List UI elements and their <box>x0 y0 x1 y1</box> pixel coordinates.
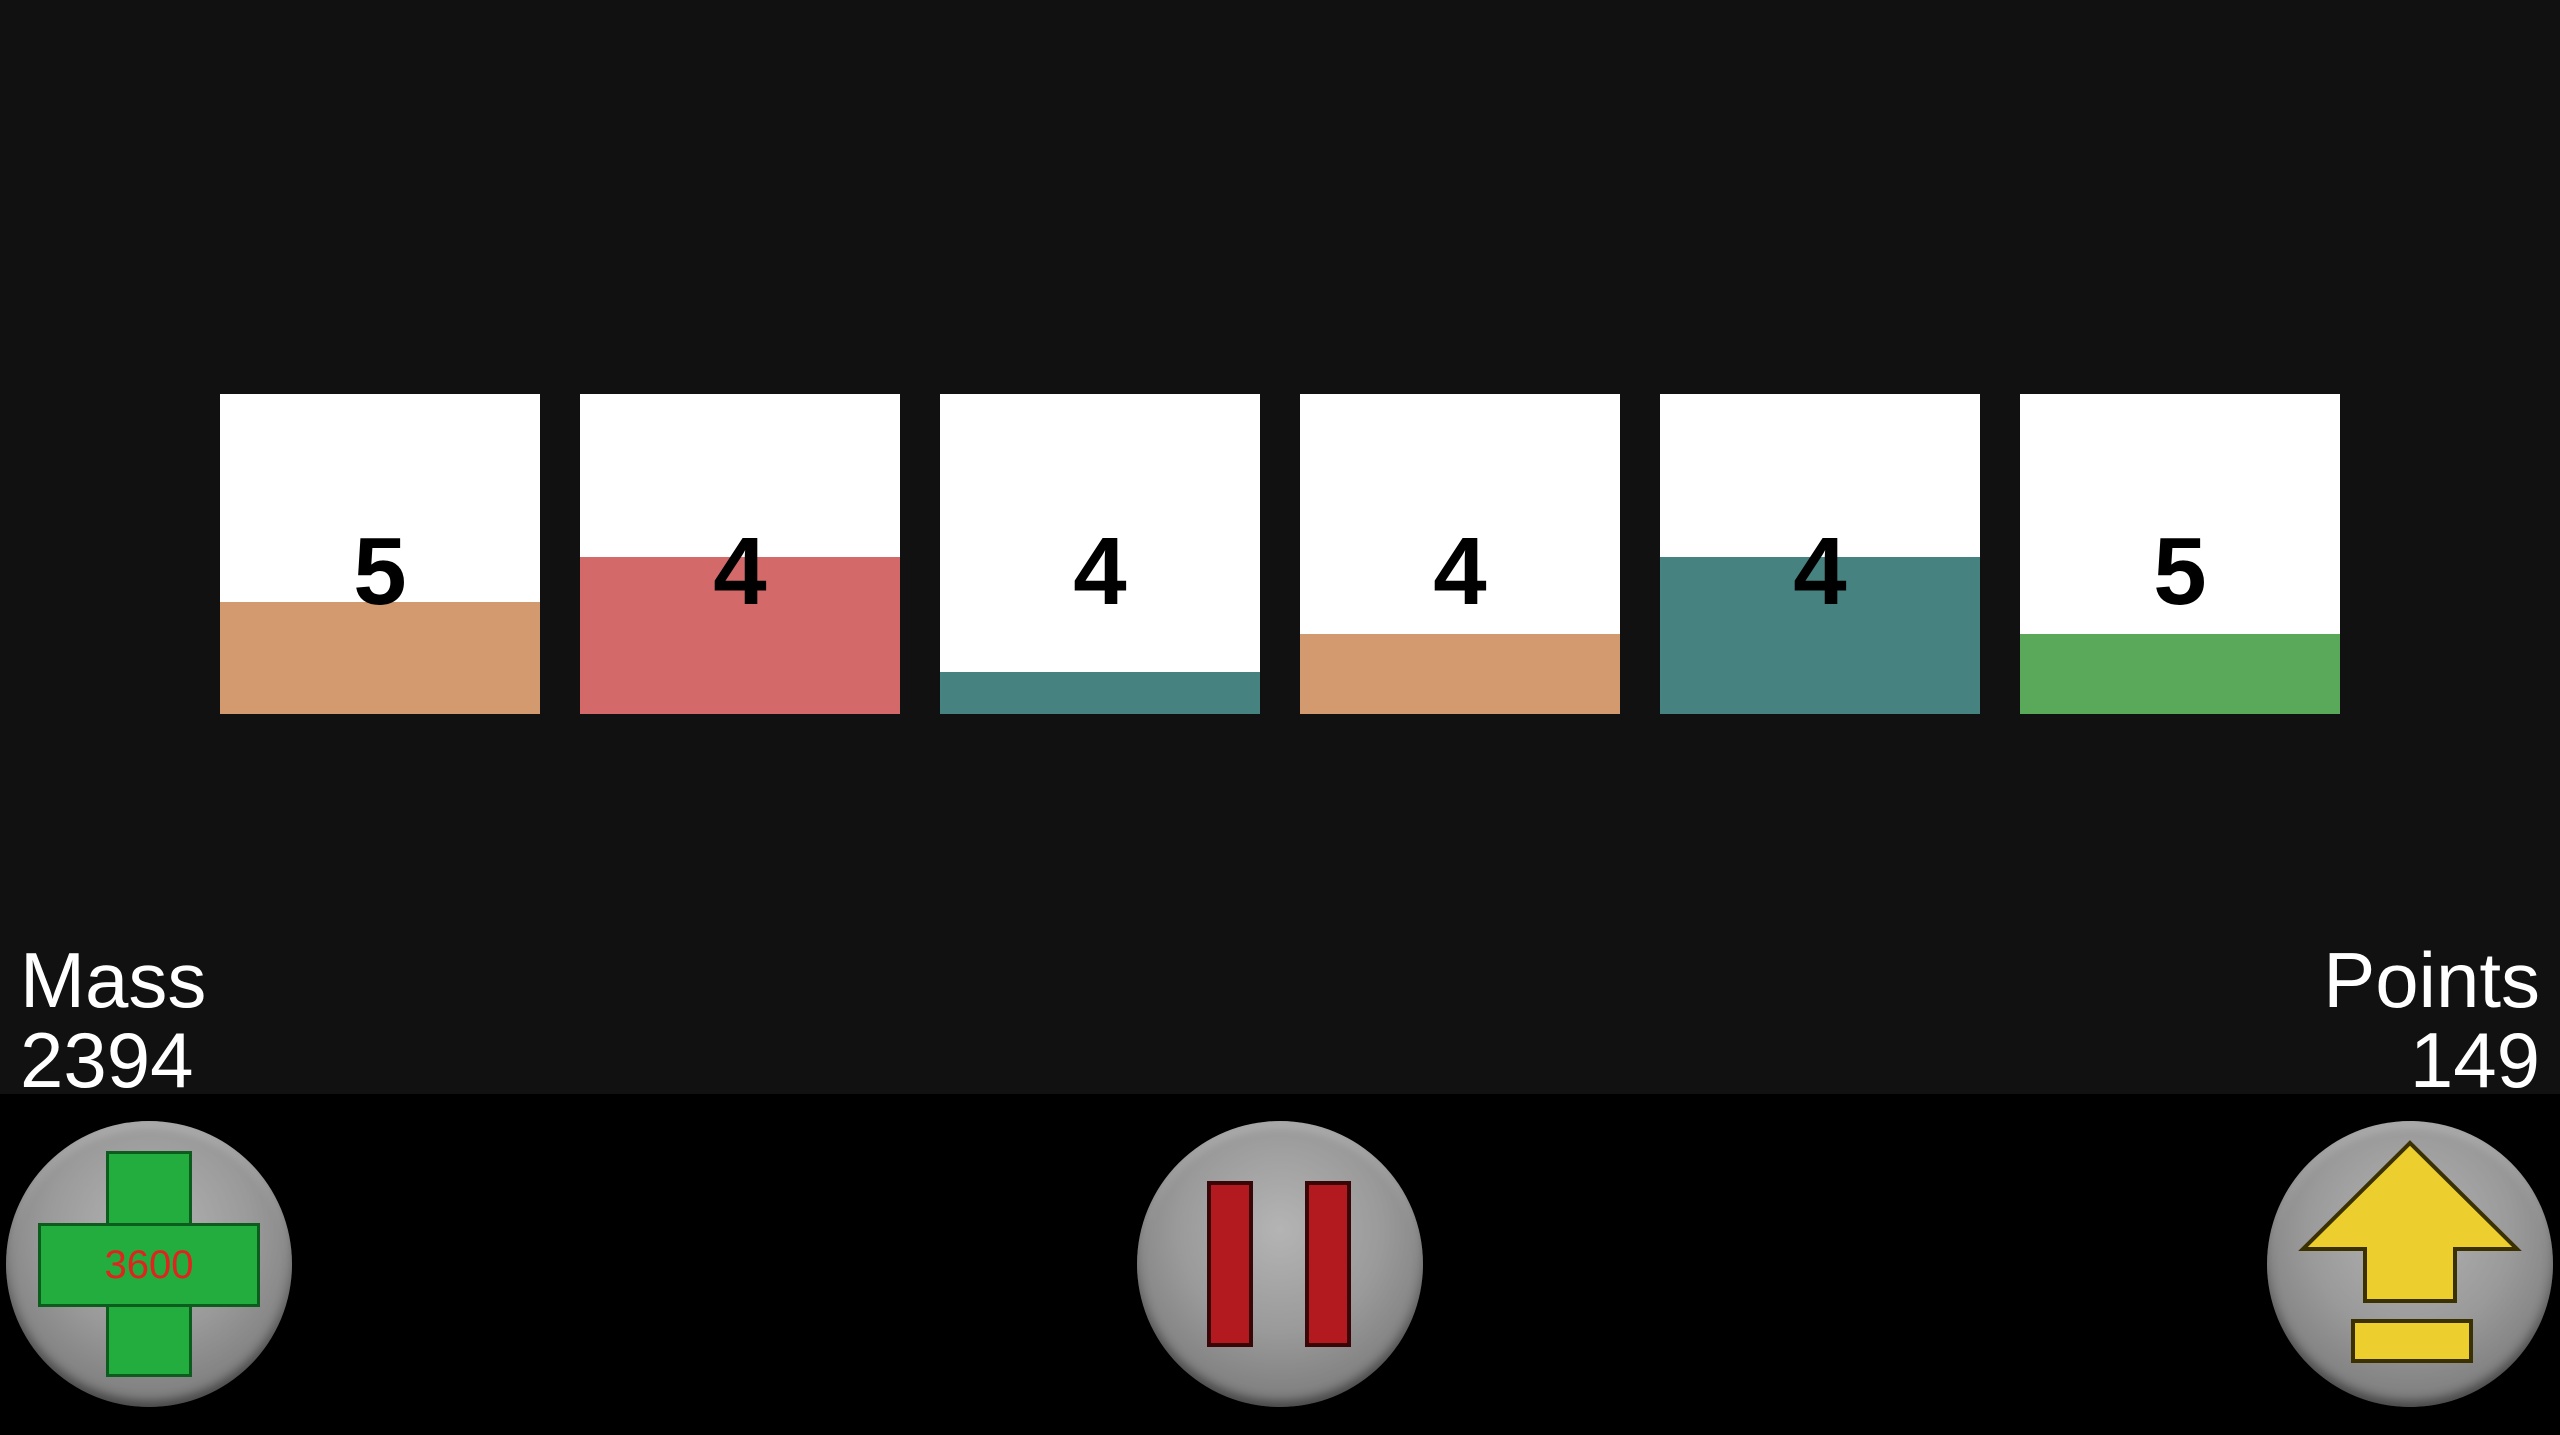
tile[interactable]: 5 <box>2020 394 2340 714</box>
add-mass-button[interactable]: 3600 <box>6 1121 292 1407</box>
mass-label: Mass <box>20 936 207 1024</box>
tile-fill <box>2020 634 2340 714</box>
points-value: 149 <box>2409 1016 2540 1104</box>
arrow-up-icon <box>2298 1140 2522 1363</box>
tile[interactable]: 4 <box>940 394 1260 714</box>
tile[interactable]: 4 <box>1300 394 1620 714</box>
tile-number: 4 <box>713 518 767 625</box>
tile-number: 4 <box>1433 518 1487 625</box>
mass-stat: Mass 2394 <box>20 940 206 1100</box>
tile-number: 5 <box>2153 518 2207 625</box>
tile[interactable]: 4 <box>580 394 900 714</box>
mass-value: 2394 <box>20 1016 194 1104</box>
tile-fill <box>940 672 1260 714</box>
tile[interactable]: 4 <box>1660 394 1980 714</box>
plus-cost-label: 3600 <box>104 1243 194 1287</box>
up-button[interactable] <box>2267 1121 2553 1407</box>
tile-number: 4 <box>1793 518 1847 625</box>
tile[interactable]: 5 <box>220 394 540 714</box>
tile-fill <box>1300 634 1620 714</box>
points-label: Points <box>2323 936 2540 1024</box>
tile-number: 4 <box>1073 518 1127 625</box>
game-board: 5 4 4 4 4 5 Mass 2394 Points 149 <box>0 0 2560 1100</box>
tile-number: 5 <box>353 518 407 625</box>
points-stat: Points 149 <box>2323 940 2540 1100</box>
pause-button[interactable] <box>1137 1121 1423 1407</box>
